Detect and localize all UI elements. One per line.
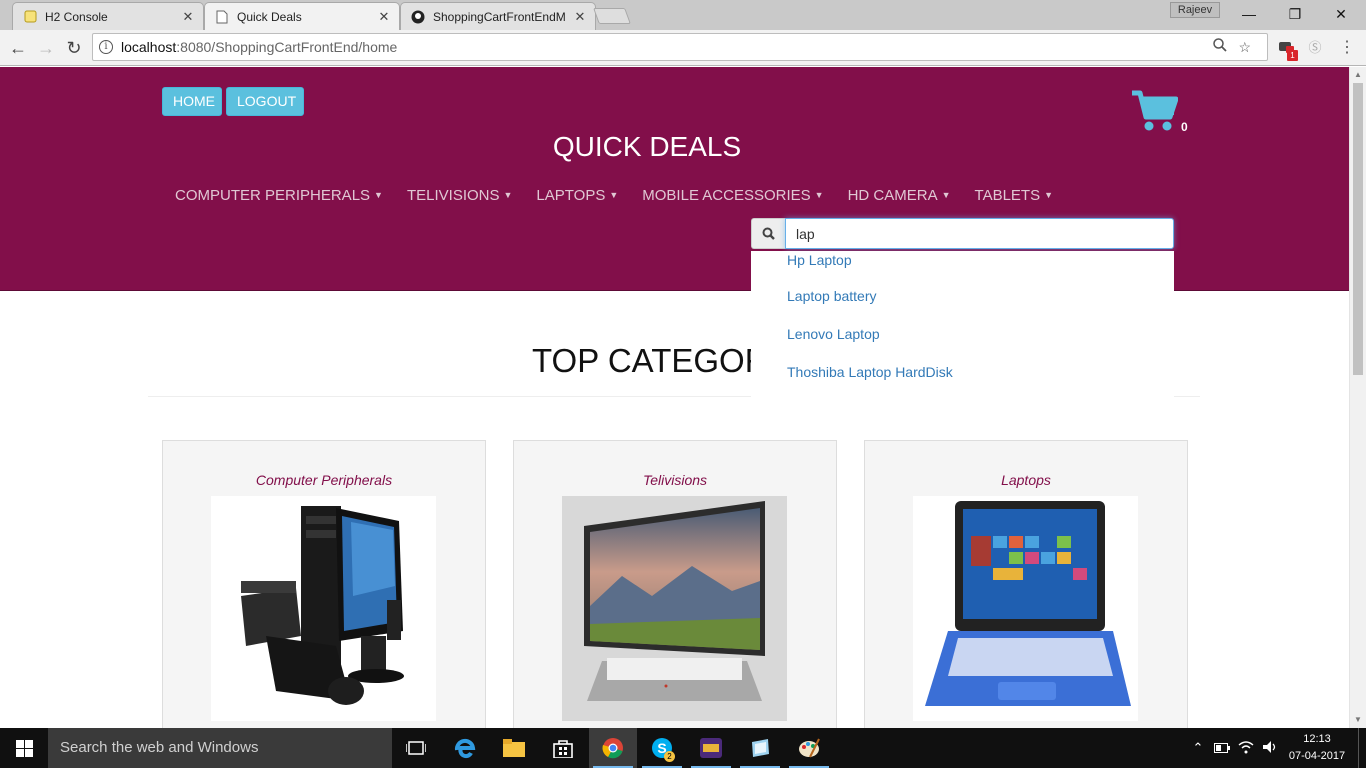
card-title[interactable]: Computer Peripherals xyxy=(163,472,485,488)
chrome-icon[interactable] xyxy=(589,728,637,768)
menu-hd-camera[interactable]: HD CAMERA ▼ xyxy=(848,187,951,204)
menu-dots-icon[interactable]: ⋮ xyxy=(1338,39,1356,57)
menu-computer-peripherals[interactable]: COMPUTER PERIPHERALS ▼ xyxy=(175,187,383,204)
home-button[interactable]: HOME xyxy=(162,87,222,116)
scroll-up-icon[interactable]: ▲ xyxy=(1353,70,1363,80)
menu-label: COMPUTER PERIPHERALS xyxy=(175,187,371,204)
card-title[interactable]: Telivisions xyxy=(514,472,836,488)
caret-down-icon: ▼ xyxy=(941,190,951,200)
shopping-cart-icon[interactable] xyxy=(1130,87,1178,135)
tab-github[interactable]: ShoppingCartFrontEndM ✕ xyxy=(400,2,596,30)
battery-icon[interactable] xyxy=(1210,741,1234,756)
computer-peripherals-image[interactable] xyxy=(211,496,436,721)
close-icon[interactable]: ✕ xyxy=(377,9,391,25)
tab-quick-deals[interactable]: Quick Deals ✕ xyxy=(204,2,400,30)
scrollbar-thumb[interactable] xyxy=(1353,83,1363,375)
new-tab-button[interactable] xyxy=(593,8,631,24)
caret-down-icon: ▼ xyxy=(609,190,619,200)
tab-title: Quick Deals xyxy=(237,9,302,24)
star-icon[interactable]: ☆ xyxy=(1238,39,1259,55)
h2-icon xyxy=(23,10,37,24)
info-icon[interactable]: i xyxy=(99,40,113,54)
skype-extension-icon[interactable]: Ⓢ xyxy=(1306,39,1324,57)
skype-icon[interactable]: S 2 xyxy=(638,728,686,768)
url-path: :8080/ShoppingCartFrontEnd/home xyxy=(176,39,398,55)
extension-badge: 1 xyxy=(1287,50,1298,61)
game-app-icon[interactable] xyxy=(687,728,735,768)
menu-label: TELIVISIONS xyxy=(406,187,500,204)
laptop-image[interactable] xyxy=(913,496,1138,721)
search-input[interactable] xyxy=(785,218,1174,249)
logout-button[interactable]: LOGOUT xyxy=(226,87,304,116)
paint-icon[interactable] xyxy=(785,728,833,768)
menu-label: TABLETS xyxy=(974,187,1041,204)
task-view-icon[interactable] xyxy=(392,728,440,768)
profile-button[interactable]: Rajeev xyxy=(1170,2,1220,18)
system-tray: ⌃ xyxy=(1186,728,1282,768)
category-card-telivisions[interactable]: Telivisions xyxy=(513,440,837,728)
skype-badge: 2 xyxy=(664,751,675,762)
browser-toolbar: ← → ↻ i localhost :8080/ShoppingCartFron… xyxy=(0,30,1366,66)
menu-laptops[interactable]: LAPTOPS ▼ xyxy=(536,187,618,204)
caret-down-icon: ▼ xyxy=(503,190,513,200)
tab-h2-console[interactable]: H2 Console ✕ xyxy=(12,2,204,30)
product-search xyxy=(751,218,1174,249)
caret-down-icon: ▼ xyxy=(814,190,824,200)
card-title[interactable]: Laptops xyxy=(865,472,1187,488)
restore-icon[interactable]: ❐ xyxy=(1272,2,1318,26)
back-arrow-icon[interactable]: ← xyxy=(6,36,30,60)
windows-start-icon[interactable] xyxy=(0,728,48,768)
menu-label: MOBILE ACCESSORIES xyxy=(642,187,811,204)
scroll-down-icon[interactable]: ▼ xyxy=(1353,715,1363,725)
suggestion-item[interactable]: Hp Laptop xyxy=(751,251,1174,289)
tab-title: H2 Console xyxy=(45,9,108,24)
volume-icon[interactable] xyxy=(1258,740,1282,757)
taskbar-clock[interactable]: 12:13 07-04-2017 xyxy=(1282,731,1352,765)
vertical-scrollbar[interactable]: ▲ ▼ xyxy=(1349,67,1366,728)
caret-down-icon: ▼ xyxy=(374,190,383,200)
zoom-and-bookmark-icons: ☆ xyxy=(1212,38,1259,56)
site-brand: QUICK DEALS xyxy=(552,131,742,162)
caret-down-icon: ▼ xyxy=(1044,190,1054,200)
minimize-icon[interactable]: — xyxy=(1226,2,1272,26)
close-icon[interactable]: ✕ xyxy=(181,9,195,25)
category-card-computer-peripherals[interactable]: Computer Peripherals xyxy=(162,440,486,728)
menu-tablets[interactable]: TABLETS ▼ xyxy=(975,187,1054,204)
url-host: localhost xyxy=(121,39,177,55)
suggestion-item[interactable]: Lenovo Laptop xyxy=(751,327,1174,365)
menu-mobile-accessories[interactable]: MOBILE ACCESSORIES ▼ xyxy=(642,187,823,204)
edge-icon[interactable] xyxy=(441,728,489,768)
suggestion-item[interactable]: Thoshiba Laptop HardDisk xyxy=(751,365,1174,403)
forward-arrow-icon[interactable]: → xyxy=(34,36,58,60)
browser-tab-strip: H2 Console ✕ Quick Deals ✕ ShoppingCartF… xyxy=(0,0,1366,30)
tab-title: ShoppingCartFrontEndM xyxy=(433,9,566,24)
window-close-icon[interactable]: ✕ xyxy=(1318,2,1364,26)
address-bar[interactable]: i localhost :8080/ShoppingCartFrontEnd/h… xyxy=(92,33,1268,61)
web-page: HOME LOGOUT 0 QUICK DEALS COMPUTER PERIP… xyxy=(0,67,1366,728)
search-suggestions: Hp Laptop Laptop battery Lenovo Laptop T… xyxy=(751,251,1174,398)
television-image[interactable] xyxy=(562,496,787,721)
zoom-icon[interactable] xyxy=(1212,38,1227,52)
clock-date: 07-04-2017 xyxy=(1288,750,1346,762)
chevron-up-icon[interactable]: ⌃ xyxy=(1186,740,1210,756)
wifi-icon[interactable] xyxy=(1234,740,1258,757)
show-desktop-button[interactable] xyxy=(1358,728,1366,768)
taskbar-search[interactable]: Search the web and Windows xyxy=(48,728,392,768)
file-explorer-icon[interactable] xyxy=(490,728,538,768)
store-icon[interactable] xyxy=(539,728,587,768)
menu-label: LAPTOPS xyxy=(536,187,606,204)
close-icon[interactable]: ✕ xyxy=(573,9,587,25)
category-menu: COMPUTER PERIPHERALS ▼ TELIVISIONS ▼ LAPTO… xyxy=(175,187,1077,204)
category-card-laptops[interactable]: Laptops xyxy=(864,440,1188,728)
page-icon xyxy=(215,10,229,24)
reload-icon[interactable]: ↻ xyxy=(62,36,86,60)
windows-taskbar: Search the web and Windows S 2 ⌃ 12:13 0… xyxy=(0,728,1366,768)
notes-app-icon[interactable] xyxy=(736,728,784,768)
github-icon xyxy=(411,10,425,24)
search-icon[interactable] xyxy=(751,218,785,249)
menu-telivisions[interactable]: TELIVISIONS ▼ xyxy=(407,187,512,204)
suggestion-item[interactable]: Laptop battery xyxy=(751,289,1174,327)
menu-label: HD CAMERA xyxy=(847,187,938,204)
clock-time: 12:13 xyxy=(1303,733,1331,745)
